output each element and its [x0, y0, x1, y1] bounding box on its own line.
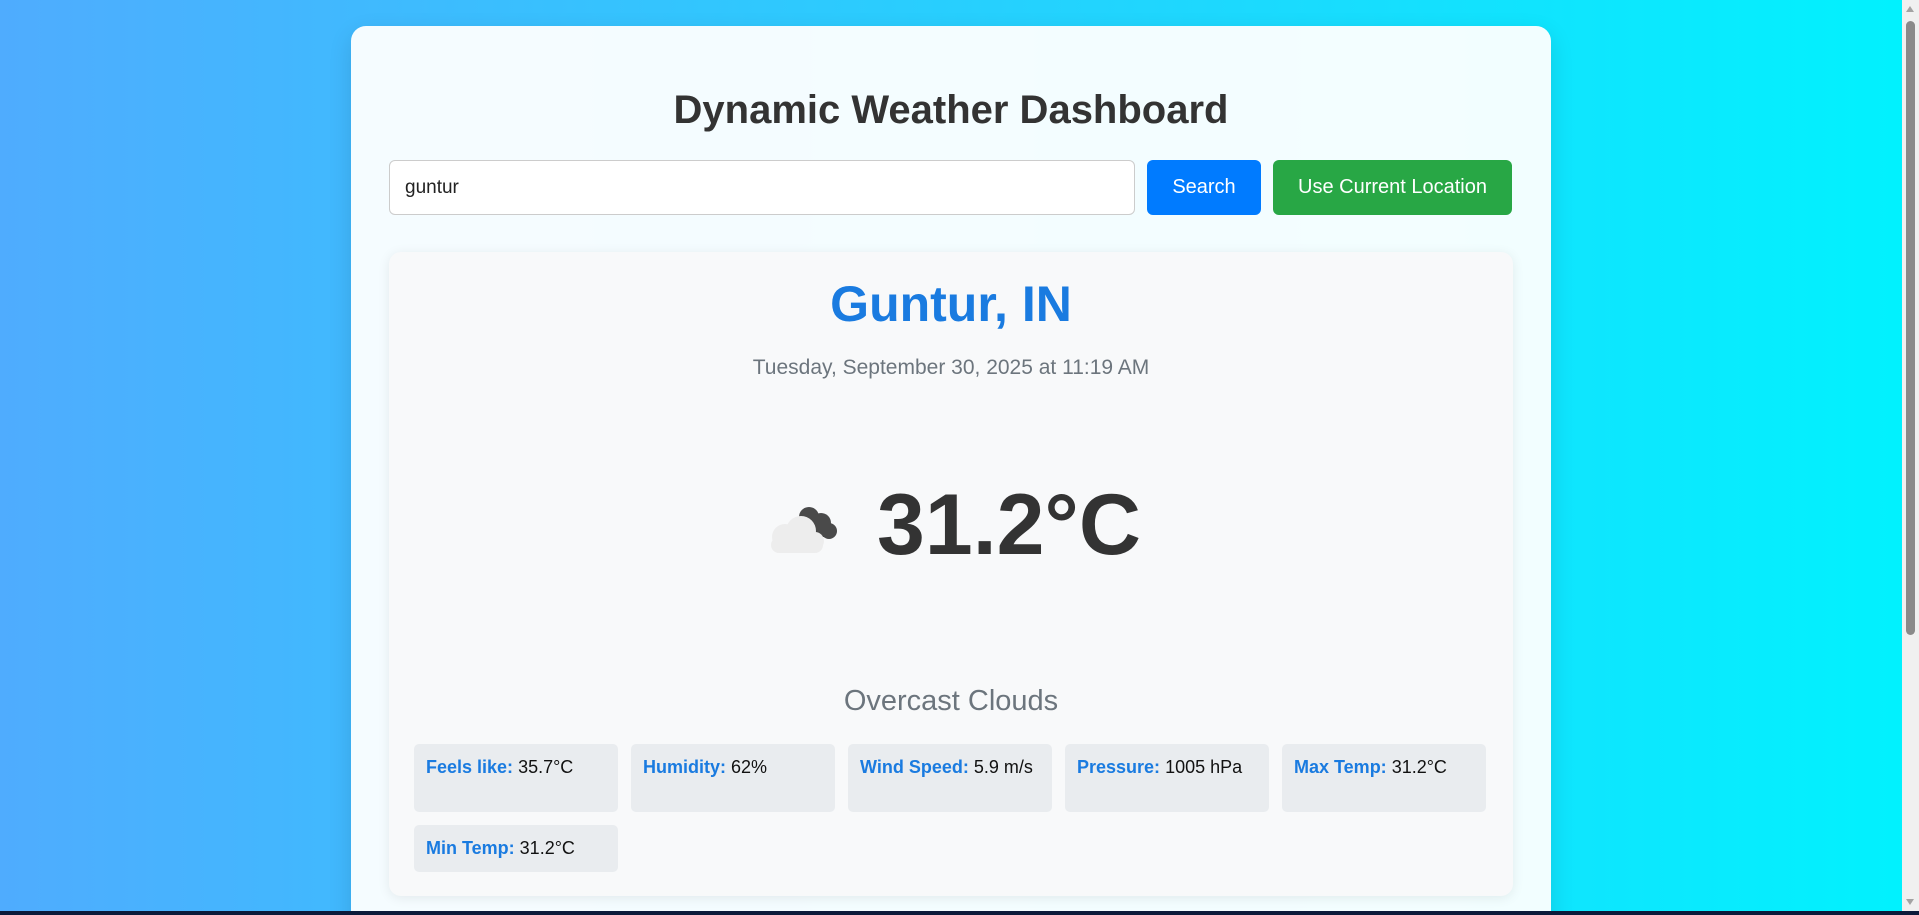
weather-details: Feels like: 35.7°C Humidity: 62% Wind Sp…: [414, 744, 1488, 872]
detail-label: Max Temp:: [1294, 757, 1387, 777]
dashboard-container: Dynamic Weather Dashboard Search Use Cur…: [351, 26, 1551, 911]
vertical-scrollbar[interactable]: [1902, 0, 1919, 911]
city-name: Guntur, IN: [830, 276, 1072, 332]
detail-wind-speed: Wind Speed: 5.9 m/s: [848, 744, 1052, 812]
weather-condition: Overcast Clouds: [843, 685, 1059, 717]
detail-label: Feels like:: [426, 757, 514, 777]
search-row: Search Use Current Location: [389, 160, 1513, 215]
detail-pressure: Pressure: 1005 hPa: [1065, 744, 1269, 812]
scroll-thumb[interactable]: [1906, 21, 1915, 635]
detail-label: Humidity:: [643, 757, 726, 777]
overcast-clouds-icon: [771, 507, 838, 553]
detail-value: 5.9 m/s: [973, 757, 1033, 777]
detail-value: 31.2°C: [1391, 757, 1447, 777]
temperature-value: 31.2°C: [877, 477, 1141, 573]
detail-max-temp: Max Temp: 31.2°C: [1282, 744, 1486, 812]
page-title: Dynamic Weather Dashboard: [673, 88, 1229, 132]
detail-min-temp: Min Temp: 31.2°C: [414, 825, 618, 872]
weather-card: Guntur, IN Tuesday, September 30, 2025 a…: [389, 252, 1513, 896]
date-time: Tuesday, September 30, 2025 at 11:19 AM: [752, 356, 1150, 379]
taskbar-edge: [0, 911, 1919, 915]
detail-value: 35.7°C: [518, 757, 574, 777]
detail-value: 62%: [731, 757, 768, 777]
detail-humidity: Humidity: 62%: [631, 744, 835, 812]
detail-value: 31.2°C: [519, 838, 575, 858]
city-search-input[interactable]: [389, 160, 1135, 215]
temperature-row: 31.2°C: [389, 475, 1513, 575]
detail-label: Wind Speed:: [860, 757, 969, 777]
search-button[interactable]: Search: [1147, 160, 1261, 215]
scroll-down-arrow-icon[interactable]: [1906, 899, 1914, 905]
detail-feels-like: Feels like: 35.7°C: [414, 744, 618, 812]
detail-label: Min Temp:: [426, 838, 515, 858]
scroll-up-arrow-icon[interactable]: [1906, 6, 1914, 12]
page-viewport: Dynamic Weather Dashboard Search Use Cur…: [0, 0, 1902, 911]
detail-label: Pressure:: [1077, 757, 1161, 777]
use-current-location-button[interactable]: Use Current Location: [1273, 160, 1512, 215]
detail-value: 1005 hPa: [1165, 757, 1243, 777]
